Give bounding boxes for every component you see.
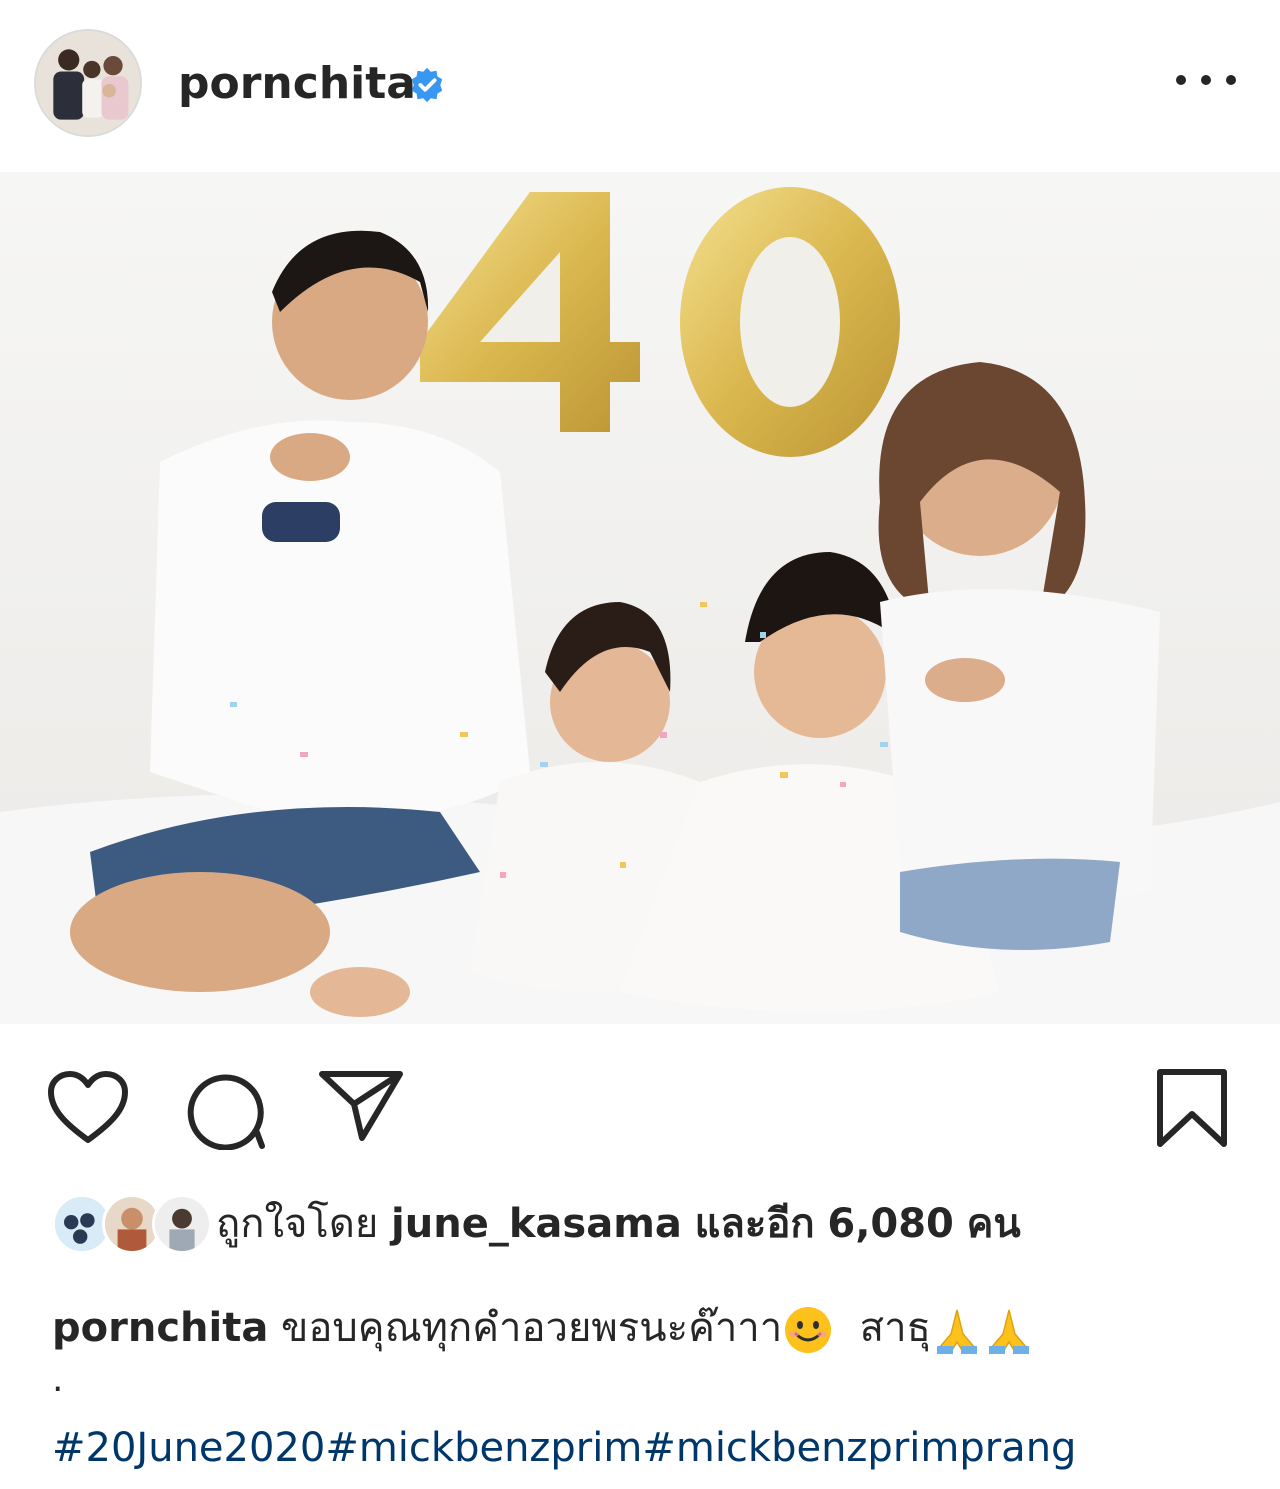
liker-avatars [52,1194,212,1254]
likes-summary: ถูกใจโดย june_kasama และอีก 6,080 คน [52,1190,1252,1260]
paper-plane-icon[interactable] [318,1070,404,1142]
likes-middle[interactable]: และอีก [695,1201,815,1247]
caption-text-2: สาธุ [859,1305,931,1351]
likes-text: ถูกใจโดย june_kasama และอีก 6,080 คน [216,1198,1021,1250]
caption-hashtags[interactable]: #20June2020#mickbenzprim#mickbenzprimpra… [52,1420,1076,1476]
liker-username[interactable]: june_kasama [391,1201,682,1247]
caption-text: ขอบคุณทุกคำอวยพรนะค๊าาา [281,1305,783,1351]
caption-username[interactable]: pornchita [52,1305,268,1351]
likes-count[interactable]: 6,080 [827,1201,954,1247]
post-action-bar [0,1024,1280,1184]
liker-avatar[interactable] [152,1194,212,1254]
caption-separator: . [52,1359,64,1400]
likes-suffix[interactable]: คน [967,1201,1021,1247]
bookmark-icon[interactable] [1156,1068,1228,1148]
post-header: pornchita [0,0,1280,172]
smiling-face-emoji-icon [782,1304,834,1356]
more-options-icon[interactable] [1176,60,1236,100]
comment-icon[interactable] [186,1070,266,1150]
folded-hands-emoji-icon [983,1304,1035,1356]
likes-prefix: ถูกใจโดย [216,1201,379,1247]
post-caption: pornchita ขอบคุณทุกคำอวยพรนะค๊าาา สาธุ [52,1300,1035,1356]
username[interactable]: pornchita [178,56,416,112]
folded-hands-emoji-icon [931,1304,983,1356]
verified-badge-icon [408,66,446,104]
heart-icon[interactable] [46,1070,130,1146]
post-photo[interactable] [0,172,1280,1024]
profile-avatar[interactable] [34,29,142,137]
